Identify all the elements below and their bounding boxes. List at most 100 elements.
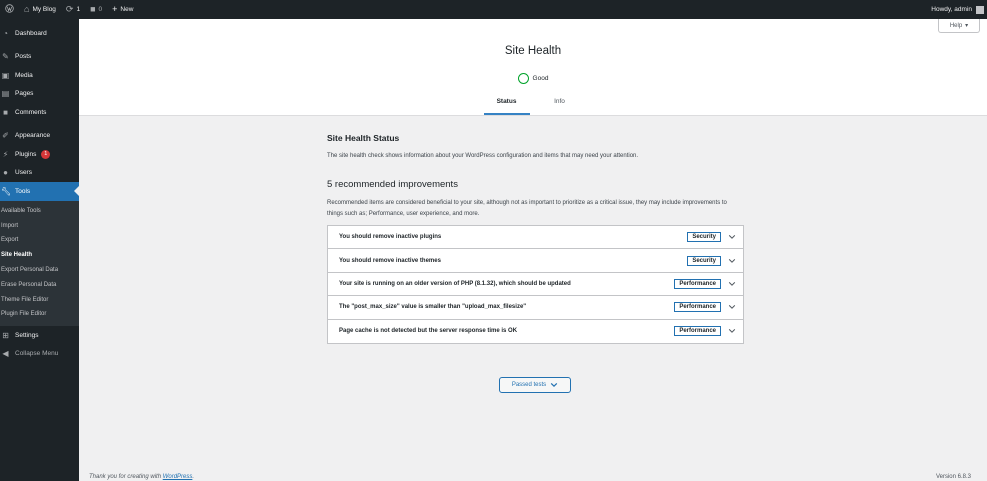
- new-content-menu[interactable]: + New: [107, 0, 138, 19]
- list-item[interactable]: You should remove inactive themes Securi…: [328, 249, 743, 273]
- avatar: [976, 5, 984, 14]
- sidebar-item-settings[interactable]: ⊞ Settings: [0, 326, 79, 345]
- admin-sidebar: ◔ Dashboard ✎ Posts ▣ Media ▤ Pages ■ Co…: [0, 19, 79, 481]
- greeting: Howdy, admin: [931, 6, 972, 13]
- recommended-issues-list: You should remove inactive plugins Secur…: [327, 225, 744, 344]
- chevron-down-icon[interactable]: [728, 280, 736, 288]
- issue-title: The "post_max_size" value is smaller tha…: [339, 304, 527, 311]
- health-status-label: Good: [532, 75, 549, 82]
- recommended-heading: 5 recommended improvements: [327, 179, 458, 190]
- pages-icon: ▤: [1, 89, 10, 99]
- sidebar-item-label: Pages: [15, 90, 34, 98]
- brush-icon: ✐: [2, 131, 9, 141]
- footer-thanks-suffix: .: [192, 474, 195, 480]
- dashboard-icon: ◔: [3, 28, 8, 38]
- issue-category-badge: Performance: [674, 278, 721, 289]
- sidebar-item-dashboard[interactable]: ◔ Dashboard: [0, 24, 79, 43]
- sidebar-item-label: Settings: [15, 331, 39, 339]
- submenu-theme-file-editor[interactable]: Theme File Editor: [0, 292, 79, 307]
- chevron-down-icon[interactable]: [728, 303, 736, 311]
- wordpress-logo-menu[interactable]: [0, 0, 19, 19]
- wordpress-link[interactable]: WordPress: [163, 474, 193, 480]
- site-health-tabs: Status Info: [79, 97, 987, 115]
- sidebar-item-comments[interactable]: ■ Comments: [0, 103, 79, 122]
- comment-icon: ■: [3, 107, 8, 117]
- caret-down-icon: ▾: [965, 23, 969, 29]
- site-name: My Blog: [32, 6, 56, 13]
- sidebar-item-label: Appearance: [15, 132, 51, 140]
- issue-title: You should remove inactive plugins: [339, 234, 442, 241]
- collapse-menu-button[interactable]: ◀ Collapse Menu: [0, 344, 79, 363]
- pin-icon: ✎: [2, 52, 9, 62]
- admin-bar: ⌂ My Blog ⟳ 1 ■ 0 + New Howdy, admin: [0, 0, 987, 19]
- sidebar-item-users[interactable]: ● Users: [0, 164, 79, 183]
- issue-category-badge: Performance: [674, 326, 721, 337]
- users-icon: ●: [3, 168, 8, 178]
- issue-title: Page cache is not detected but the serve…: [339, 328, 518, 335]
- list-item[interactable]: Page cache is not detected but the serve…: [328, 320, 743, 343]
- collapse-icon: ◀: [2, 349, 9, 359]
- sidebar-item-label: Dashboard: [15, 29, 47, 37]
- submenu-plugin-file-editor[interactable]: Plugin File Editor: [0, 307, 79, 322]
- updates-icon: ⟳: [65, 4, 74, 14]
- sidebar-item-label: Media: [15, 71, 33, 79]
- updates-count: 1: [76, 6, 81, 13]
- issue-category-badge: Security: [687, 255, 721, 266]
- site-health-header: Help ▾ Site Health Good Status Info: [79, 19, 987, 116]
- chevron-down-icon[interactable]: [728, 233, 736, 241]
- settings-icon: ⊞: [2, 330, 9, 340]
- issue-category-badge: Performance: [674, 302, 721, 313]
- sidebar-item-label: Tools: [15, 187, 31, 195]
- list-item[interactable]: You should remove inactive plugins Secur…: [328, 226, 743, 250]
- home-icon: ⌂: [24, 4, 30, 14]
- list-item[interactable]: The "post_max_size" value is smaller tha…: [328, 296, 743, 320]
- chevron-down-icon[interactable]: [728, 327, 736, 335]
- my-account-menu[interactable]: Howdy, admin: [926, 0, 987, 19]
- submenu-export[interactable]: Export: [0, 233, 79, 248]
- submenu-import[interactable]: Import: [0, 218, 79, 233]
- submenu-erase-personal-data[interactable]: Erase Personal Data: [0, 277, 79, 292]
- status-circle-icon: [517, 73, 529, 84]
- help-label: Help: [949, 22, 963, 29]
- issue-title: You should remove inactive themes: [339, 257, 441, 264]
- site-name-menu[interactable]: ⌂ My Blog: [19, 0, 61, 19]
- submenu-export-personal-data[interactable]: Export Personal Data: [0, 263, 79, 278]
- help-button[interactable]: Help ▾: [938, 19, 980, 33]
- issue-category-badge: Security: [687, 232, 721, 243]
- health-status: Good: [79, 73, 987, 84]
- sidebar-item-label: Plugins: [15, 150, 37, 158]
- footer-version: Version 6.8.3: [935, 474, 971, 480]
- footer-thanks: Thank you for creating with WordPress.: [89, 474, 194, 480]
- plugins-update-badge: 1: [41, 149, 51, 159]
- list-item[interactable]: Your site is running on an older version…: [328, 273, 743, 297]
- wrench-icon: 🔧︎: [1, 186, 12, 196]
- new-label: New: [120, 6, 134, 13]
- updates-menu[interactable]: ⟳ 1: [61, 0, 85, 19]
- tab-status[interactable]: Status: [483, 97, 530, 115]
- status-heading: Site Health Status: [327, 133, 400, 143]
- media-icon: ▣: [1, 70, 10, 80]
- sidebar-item-media[interactable]: ▣ Media: [0, 66, 79, 85]
- status-description: The site health check shows information …: [327, 153, 639, 159]
- sidebar-item-posts[interactable]: ✎ Posts: [0, 48, 79, 67]
- tools-submenu: Available Tools Import Export Site Healt…: [0, 200, 79, 326]
- sidebar-item-label: Collapse Menu: [15, 350, 59, 358]
- plus-icon: +: [112, 4, 118, 14]
- footer-thanks-text: Thank you for creating with: [89, 474, 163, 480]
- sidebar-item-pages[interactable]: ▤ Pages: [0, 85, 79, 104]
- sidebar-item-plugins[interactable]: ⚡ Plugins 1: [0, 145, 79, 164]
- wordpress-logo-icon: [5, 4, 14, 15]
- passed-tests-button[interactable]: Passed tests: [499, 377, 571, 393]
- issue-title: Your site is running on an older version…: [339, 280, 571, 287]
- submenu-available-tools[interactable]: Available Tools: [0, 204, 79, 219]
- sidebar-item-tools[interactable]: 🔧︎ Tools: [0, 182, 79, 201]
- tab-info[interactable]: Info: [537, 97, 583, 115]
- chevron-down-icon[interactable]: [728, 257, 736, 265]
- submenu-site-health[interactable]: Site Health: [0, 248, 79, 263]
- sidebar-item-appearance[interactable]: ✐ Appearance: [0, 127, 79, 146]
- sidebar-item-label: Users: [15, 169, 32, 177]
- comments-count: 0: [98, 6, 103, 13]
- recommended-description: Recommended items are considered benefic…: [327, 200, 727, 217]
- page-title: Site Health: [504, 45, 562, 57]
- comments-menu[interactable]: ■ 0: [85, 0, 107, 19]
